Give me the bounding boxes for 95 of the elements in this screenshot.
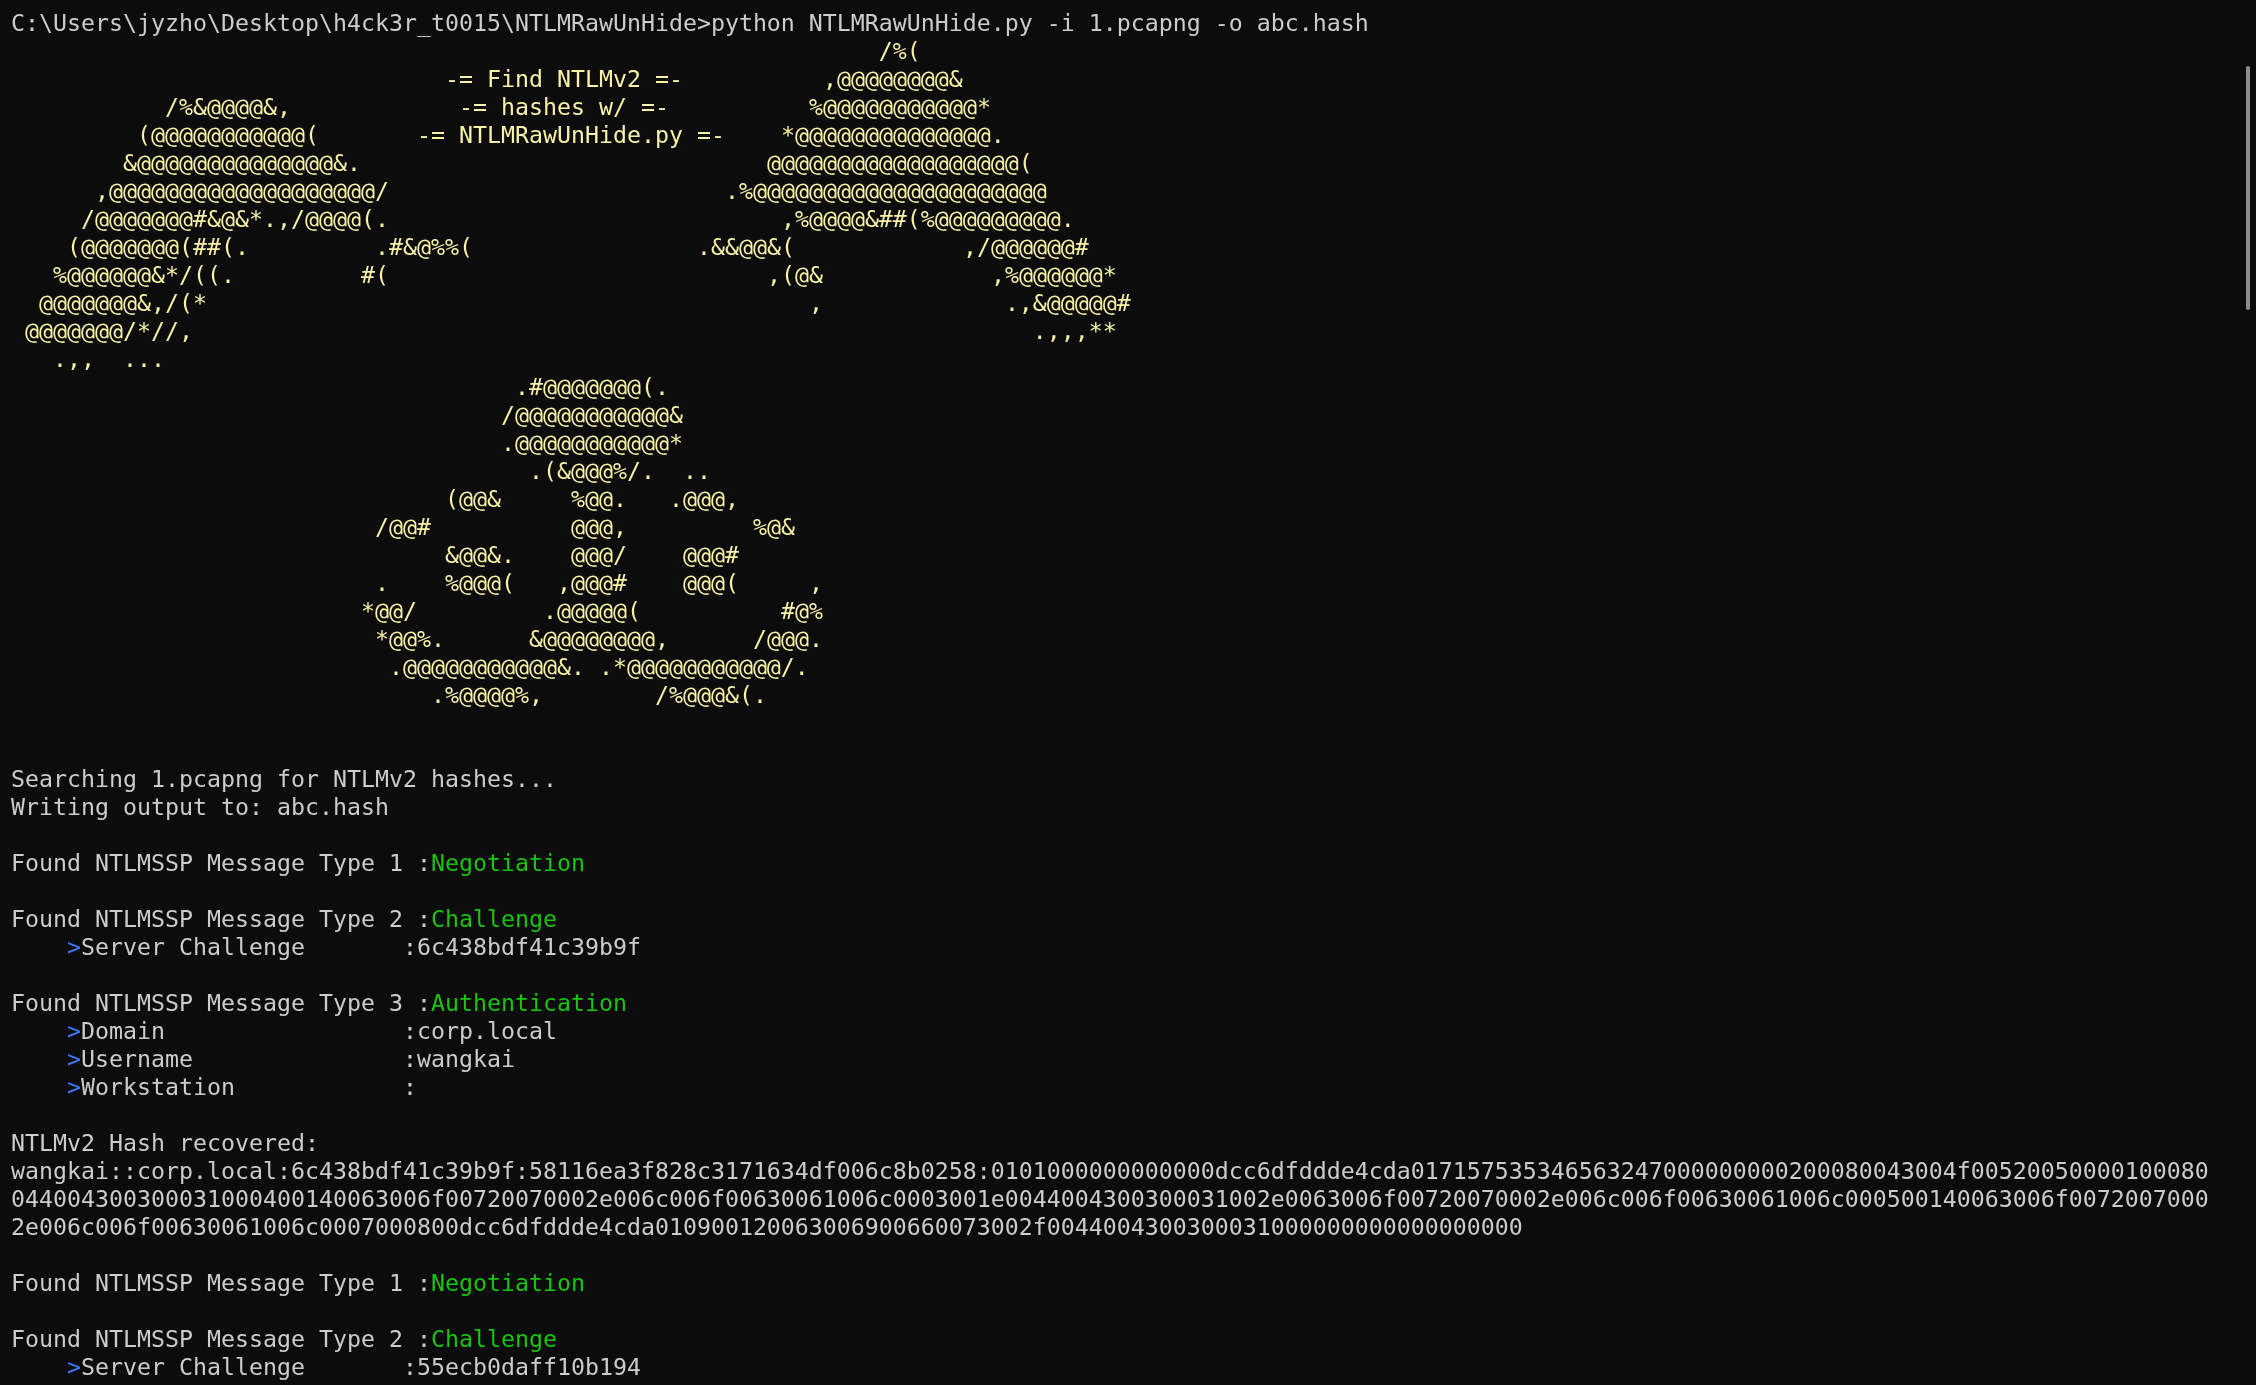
ascii-art-text: /%( bbox=[878, 37, 921, 65]
status-message: Searching 1.pcapng for NTLMv2 hashes... bbox=[11, 765, 557, 793]
message-type: Negotiation bbox=[430, 849, 585, 877]
ascii-art-text: %@@@( bbox=[444, 569, 515, 597]
ascii-art-text: .#&@%%( bbox=[374, 233, 473, 261]
ascii-art-text: @@@/ bbox=[570, 541, 627, 569]
field-marker: > bbox=[67, 1073, 81, 1101]
ascii-art-text: ,%@@@@@@* bbox=[990, 261, 1117, 289]
ascii-art-text: ,(@& bbox=[766, 261, 823, 289]
field-separator: : bbox=[402, 1045, 417, 1073]
ascii-art-text: *@@/ bbox=[360, 597, 417, 625]
field-label: Server Challenge bbox=[81, 1353, 306, 1381]
message-heading: Found NTLMSSP Message Type 3 : bbox=[11, 989, 431, 1017]
message-heading: Found NTLMSSP Message Type 2 : bbox=[11, 905, 431, 933]
field-separator: : bbox=[402, 1353, 417, 1381]
ascii-art-text: /@@@@@@@@@@@& bbox=[500, 401, 683, 429]
field-separator: : bbox=[402, 933, 417, 961]
ascii-art-text: @@@# bbox=[682, 541, 739, 569]
field-value: 6c438bdf41c39b9f bbox=[416, 933, 641, 961]
ascii-art-text: ,/@@@@@@# bbox=[962, 233, 1089, 261]
ascii-art-text: @@@, bbox=[570, 513, 627, 541]
ascii-art-text: , bbox=[808, 569, 823, 597]
field-value: wangkai bbox=[416, 1045, 515, 1073]
ascii-art-text: .,&@@@@@# bbox=[1004, 289, 1131, 317]
ascii-art-text: (@@& bbox=[444, 485, 501, 513]
ascii-art-text: %@@@@@@&*/((. bbox=[53, 261, 235, 289]
ascii-art-text: .@@@, bbox=[668, 485, 739, 513]
ascii-art-text: /%&@@@@&, bbox=[165, 93, 291, 121]
command-line: C:\Users\jyzho\Desktop\h4ck3r_t0015\NTLMRawUnHide>python NTLMRawUnHide.py -i 1.pcapng -o abc.hash bbox=[11, 9, 1369, 37]
message-heading: Found NTLMSSP Message Type 1 : bbox=[11, 1269, 431, 1297]
ascii-art-text: .. bbox=[682, 457, 711, 485]
status-message: Writing output to: abc.hash bbox=[11, 793, 389, 821]
message-type: Negotiation bbox=[430, 1269, 585, 1297]
ascii-art-text: #( bbox=[360, 261, 389, 289]
field-separator: : bbox=[402, 1017, 417, 1045]
ascii-art-text: &@@&. bbox=[444, 541, 515, 569]
hash-text: 044004300300031000400140063006f00720070002e006c006f00630061006c0003001e0044004300300031002e0063006f00720070002e006c006f00630061006c000500140063006f0072007000 bbox=[11, 1185, 2209, 1213]
ascii-art-text: /@@# bbox=[374, 513, 431, 541]
ascii-art-text: #@% bbox=[780, 597, 823, 625]
ascii-art-text: &@@@@@@@@, bbox=[528, 625, 669, 653]
ascii-art-text: .%@@@@%, bbox=[430, 681, 543, 709]
hash-text: wangkai::corp.local:6c438bdf41c39b9f:58116ea3f828c3171634df006c8b0258:0101000000000000dcc6dfddde4cda017157535346563247000000000200080043004f00520050000100080 bbox=[11, 1157, 2209, 1185]
ascii-art-text: .(&@@@%/. bbox=[528, 457, 655, 485]
ascii-art-text: .&&@@&( bbox=[696, 233, 795, 261]
ascii-art-text: . bbox=[374, 569, 389, 597]
scrollbar-thumb[interactable] bbox=[2246, 66, 2250, 310]
ascii-art-text: .@@@@@@@@@@@* bbox=[500, 429, 683, 457]
hash-heading: NTLMv2 Hash recovered: bbox=[11, 1129, 319, 1157]
ascii-art-text: /@@@. bbox=[752, 625, 823, 653]
field-marker: > bbox=[67, 1017, 81, 1045]
message-type: Challenge bbox=[430, 905, 557, 933]
field-value: corp.local bbox=[416, 1017, 557, 1045]
ascii-art-text: .,,,** bbox=[1032, 317, 1117, 345]
ascii-art-text: -= hashes w/ =- bbox=[458, 93, 669, 121]
ascii-art-text: @@@( bbox=[682, 569, 739, 597]
ascii-art-text: ,@@@@@@@@& bbox=[822, 65, 963, 93]
ascii-art-text: *@@@@@@@@@@@@@@. bbox=[780, 121, 1005, 149]
field-label: Domain bbox=[81, 1017, 166, 1045]
field-marker: > bbox=[67, 1045, 81, 1073]
message-type: Authentication bbox=[430, 989, 627, 1017]
field-marker: > bbox=[67, 933, 81, 961]
message-heading: Found NTLMSSP Message Type 1 : bbox=[11, 849, 431, 877]
ascii-art-text: .,, bbox=[53, 345, 95, 373]
field-label: Server Challenge bbox=[81, 933, 306, 961]
ascii-art-text: %@@. bbox=[570, 485, 627, 513]
ascii-art-text: @@@@@@@/*//, bbox=[24, 317, 193, 345]
ascii-art-text: , bbox=[808, 289, 823, 317]
field-value: 55ecb0daff10b194 bbox=[416, 1353, 641, 1381]
field-label: Workstation bbox=[81, 1073, 236, 1101]
ascii-art-text: @@@@@@@@@@@@@@@@@@( bbox=[766, 149, 1033, 177]
ascii-art-text: ... bbox=[123, 345, 165, 373]
ascii-art-text: ,@@@@@@@@@@@@@@@@@@@/ bbox=[95, 177, 389, 205]
message-type: Challenge bbox=[430, 1325, 557, 1353]
ascii-art-text: .#@@@@@@@(. bbox=[514, 373, 669, 401]
field-label: Username bbox=[81, 1045, 194, 1073]
message-heading: Found NTLMSSP Message Type 2 : bbox=[11, 1325, 431, 1353]
ascii-art-text: .%@@@@@@@@@@@@@@@@@@@@@ bbox=[724, 177, 1047, 205]
field-separator: : bbox=[402, 1073, 417, 1101]
ascii-art-text: /@@@@@@@#&@&*.,/@@@@(. bbox=[81, 205, 389, 233]
ascii-art-text: (@@@@@@@(##(. bbox=[67, 233, 249, 261]
ascii-art-text: -= NTLMRawUnHide.py =- bbox=[416, 121, 725, 149]
hash-text: 2e006c006f00630061006c0007000800dcc6dfddde4cda010900120063006900660073002f0044004300300031000000000000000000 bbox=[11, 1213, 1523, 1241]
ascii-art-text: %@@@@@@@@@@@* bbox=[808, 93, 991, 121]
ascii-art-text: .@@@@@( bbox=[542, 597, 641, 625]
ascii-art-text: @@@@@@@&,/(* bbox=[39, 289, 207, 317]
ascii-art-text: &@@@@@@@@@@@@@@&. bbox=[123, 149, 361, 177]
ascii-art-text: .@@@@@@@@@@@&. .*@@@@@@@@@@@/. bbox=[388, 653, 809, 681]
ascii-art-text: (@@@@@@@@@@@( bbox=[137, 121, 319, 149]
ascii-art-text: ,%@@@@&##(%@@@@@@@@@. bbox=[780, 205, 1075, 233]
ascii-art-text: *@@%. bbox=[374, 625, 445, 653]
ascii-art-text: %@& bbox=[752, 513, 795, 541]
ascii-art-text: ,@@@# bbox=[556, 569, 627, 597]
ascii-art-text: -= Find NTLMv2 =- bbox=[444, 65, 683, 93]
ascii-art-text: /%@@@&(. bbox=[654, 681, 767, 709]
field-marker: > bbox=[67, 1353, 81, 1381]
